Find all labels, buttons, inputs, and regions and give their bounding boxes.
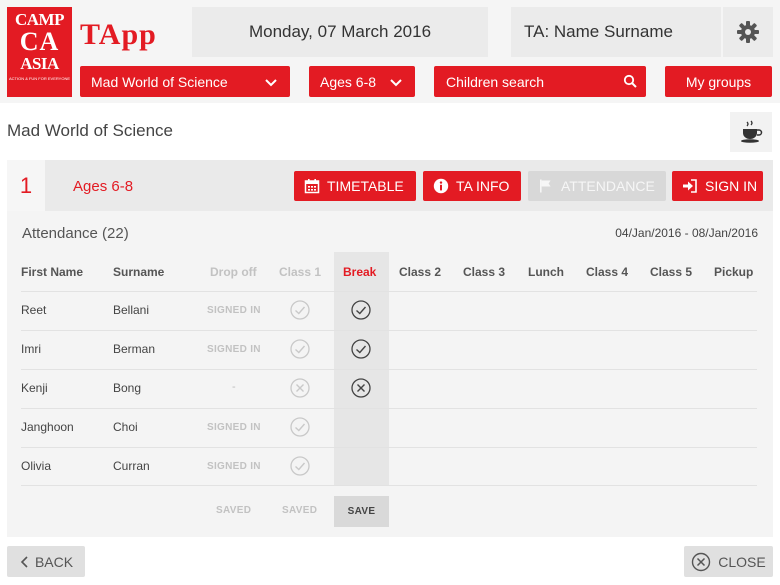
check-circle-icon[interactable] (290, 339, 310, 359)
timetable-label: TIMETABLE (327, 178, 404, 194)
row-surname: Bong (113, 381, 142, 395)
back-button[interactable]: BACK (7, 546, 85, 577)
col-class-2[interactable]: Class 2 (399, 265, 441, 279)
app-header: CAMP CA ASIA ACTION & FUN FOR EVERYONE T… (0, 0, 780, 103)
attendance-label: ATTENDANCE (561, 178, 655, 194)
page-title: Mad World of Science (7, 121, 173, 140)
row-divider (21, 408, 757, 409)
timetable-button[interactable]: TIMETABLE (294, 171, 416, 201)
current-date: Monday, 07 March 2016 (192, 7, 488, 57)
gear-icon (737, 21, 759, 43)
group-header: 1 Ages 6-8 TIMETABLE TA INFO ATTENDANCE … (7, 160, 773, 211)
ta-info-label: TA INFO (456, 178, 510, 194)
ta-name: TA: Name Surname (511, 7, 721, 57)
row-dropoff-status: SIGNED IN (207, 305, 261, 316)
row-first-name: Olivia (21, 459, 52, 473)
sign-in-button[interactable]: SIGN IN (672, 171, 763, 201)
ta-info-button[interactable]: TA INFO (423, 171, 521, 201)
check-circle-icon[interactable] (290, 417, 310, 437)
back-label: BACK (34, 553, 74, 570)
check-circle-icon[interactable] (351, 339, 371, 359)
flag-icon (540, 179, 551, 193)
search-icon (623, 74, 637, 88)
save-break-button[interactable]: SAVE (334, 496, 389, 527)
check-circle-icon[interactable] (290, 300, 310, 320)
sign-in-icon (683, 179, 697, 193)
close-circle-icon (692, 552, 711, 571)
row-dropoff-status: - (232, 381, 236, 393)
row-divider (21, 330, 757, 331)
col-lunch[interactable]: Lunch (528, 265, 564, 279)
row-dropoff-status: SIGNED IN (207, 344, 261, 355)
col-drop-off[interactable]: Drop off (210, 265, 257, 279)
col-surname: Surname (113, 265, 165, 279)
row-dropoff-status: SIGNED IN (207, 461, 261, 472)
row-surname: Bellani (113, 303, 150, 317)
row-surname: Berman (113, 342, 156, 356)
col-class-1[interactable]: Class 1 (279, 265, 321, 279)
children-search-label: Children search (446, 73, 545, 90)
info-icon (433, 178, 449, 194)
coffee-cup-icon (741, 120, 763, 143)
dropoff-saved-status: SAVED (216, 505, 252, 516)
course-dropdown[interactable]: Mad World of Science (80, 66, 290, 97)
col-class-4[interactable]: Class 4 (586, 265, 628, 279)
col-break[interactable]: Break (343, 265, 376, 279)
check-circle-icon[interactable] (290, 456, 310, 476)
row-first-name: Imri (21, 342, 41, 356)
chevron-left-icon (20, 555, 28, 568)
row-surname: Curran (113, 459, 150, 473)
check-circle-icon[interactable] (351, 300, 371, 320)
calendar-icon (304, 179, 320, 194)
row-divider (21, 447, 757, 448)
chevron-down-icon (390, 79, 402, 87)
settings-button[interactable] (723, 7, 773, 57)
children-search-button[interactable]: Children search (434, 66, 646, 97)
row-dropoff-status: SIGNED IN (207, 422, 261, 433)
row-surname: Choi (113, 420, 138, 434)
age-dropdown-label: Ages 6-8 (320, 73, 377, 90)
group-panel: 1 Ages 6-8 TIMETABLE TA INFO ATTENDANCE … (7, 160, 773, 537)
my-groups-label: My groups (685, 73, 752, 90)
close-button[interactable]: CLOSE (684, 546, 773, 577)
my-groups-button[interactable]: My groups (665, 66, 772, 97)
attendance-button[interactable]: ATTENDANCE (528, 171, 666, 201)
class1-saved-status: SAVED (282, 505, 318, 516)
sign-in-label: SIGN IN (705, 178, 758, 194)
col-pickup[interactable]: Pickup (714, 265, 753, 279)
col-first-name: First Name (21, 265, 84, 279)
age-dropdown[interactable]: Ages 6-8 (309, 66, 415, 97)
group-number: 1 (7, 160, 45, 211)
logo-line-ca: CA (19, 27, 60, 56)
group-name: Ages 6-8 (73, 178, 134, 195)
row-first-name: Reet (21, 303, 47, 317)
logo-line-camp: CAMP (15, 10, 64, 29)
row-divider (21, 369, 757, 370)
app-name: TApp (80, 18, 157, 51)
chevron-down-icon (265, 79, 277, 87)
attendance-date-range: 04/Jan/2016 - 08/Jan/2016 (615, 226, 758, 240)
col-class-3[interactable]: Class 3 (463, 265, 505, 279)
cross-circle-icon[interactable] (290, 378, 310, 398)
logo-tagline: ACTION & FUN FOR EVERYONE (8, 76, 71, 81)
header-divider (21, 291, 757, 292)
row-divider (21, 485, 757, 486)
camp-asia-logo: CAMP CA ASIA ACTION & FUN FOR EVERYONE (7, 7, 72, 97)
col-class-5[interactable]: Class 5 (650, 265, 692, 279)
cross-circle-icon[interactable] (351, 378, 371, 398)
attendance-title: Attendance (22) (22, 225, 129, 242)
logo-line-asia: ASIA (20, 54, 59, 73)
break-button[interactable] (730, 112, 772, 152)
course-dropdown-label: Mad World of Science (91, 73, 228, 90)
close-label: CLOSE (718, 553, 766, 570)
row-first-name: Kenji (21, 381, 48, 395)
row-first-name: Janghoon (21, 420, 74, 434)
